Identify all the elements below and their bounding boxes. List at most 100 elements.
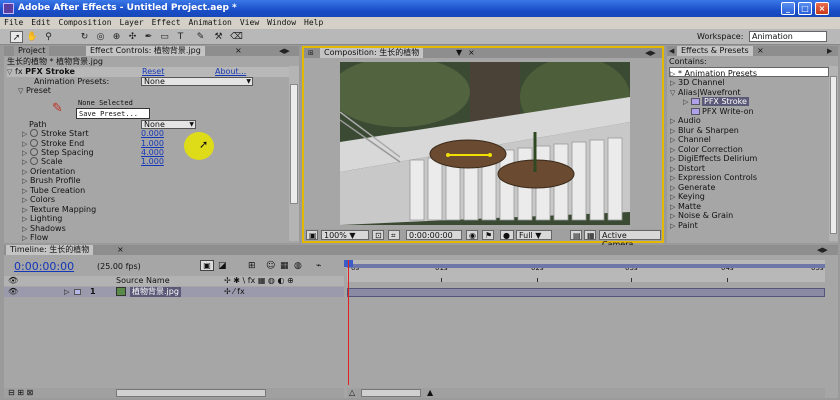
pan-behind-tool-icon[interactable]: ✣ [126, 31, 139, 43]
orbit-camera-tool-icon[interactable]: ◎ [94, 31, 107, 43]
reset-link[interactable]: Reset [142, 67, 164, 77]
ep-item[interactable]: ▷ Paint [670, 221, 698, 231]
show-snapshot-icon[interactable]: ⚑ [482, 230, 494, 240]
safe-zones-icon[interactable]: ⊡ [372, 230, 384, 240]
panel-arrow-icon[interactable]: ◀▶ [817, 245, 828, 255]
timeline-zoom-slider[interactable] [361, 389, 421, 397]
minimize-button[interactable]: _ [781, 2, 795, 15]
comp-flowchart-icon[interactable]: ⊞ [248, 261, 256, 271]
menu-view[interactable]: View [236, 17, 263, 29]
save-preset-button[interactable]: Save Preset... [76, 108, 150, 119]
close-tab-icon[interactable]: × [757, 46, 764, 56]
menu-help[interactable]: Help [300, 17, 327, 29]
scrollbar-thumb[interactable] [290, 84, 298, 204]
ep-item[interactable]: ▷ Noise & Grain [670, 211, 733, 221]
draft-3d-icon[interactable]: ◪ [218, 261, 227, 271]
close-window-button[interactable]: × [815, 2, 829, 15]
panel-arrow-icon[interactable]: ◀ [669, 46, 674, 56]
comp-dropdown-icon[interactable]: ▼ [456, 48, 462, 58]
composition-viewer[interactable] [340, 62, 630, 225]
menu-animation[interactable]: Animation [185, 17, 236, 29]
graph-editor-icon[interactable]: ⌁ [316, 261, 321, 271]
layer-switches-toggle-icon[interactable]: ⊟ ⊞ ⊠ [8, 388, 33, 398]
horizontal-type-tool-icon[interactable]: T [174, 31, 187, 43]
stroke-start-value[interactable]: 0.000 [141, 129, 164, 139]
work-area-bar[interactable] [347, 264, 825, 268]
panel-arrow-icon[interactable]: ◀▶ [279, 46, 290, 56]
brush-tool-icon[interactable]: ✎ [194, 31, 207, 43]
zoom-dropdown[interactable]: 100% ▼ [321, 230, 369, 240]
fast-previews-icon[interactable]: ▤ [570, 230, 582, 240]
layer-duration-bar[interactable] [347, 288, 825, 297]
source-name-header[interactable]: Source Name [116, 276, 170, 286]
resolution-dropdown[interactable]: Full ▼ [516, 230, 552, 240]
ep-item[interactable]: ▷ Channel [670, 135, 711, 145]
selection-tool-icon[interactable]: ➚ [10, 31, 23, 43]
timeline-timecode[interactable]: 0:00:00:00 [14, 260, 74, 273]
zoom-tool-icon[interactable]: ⚲ [42, 31, 55, 43]
eraser-tool-icon[interactable]: ⌫ [230, 31, 243, 43]
ep-item-selected[interactable]: ▷ PFX Stroke [683, 97, 749, 107]
menu-composition[interactable]: Composition [55, 17, 116, 29]
transparency-grid-icon[interactable]: ▦ [584, 230, 596, 240]
comp-menu-icon[interactable]: ⊞ [308, 48, 314, 58]
mask-tool-icon[interactable]: ▭ [158, 31, 171, 43]
panel-arrow-icon[interactable]: ◀▶ [645, 48, 656, 58]
expanded-triangle-icon[interactable]: ▽ [18, 86, 26, 96]
layer-switches-icon[interactable]: ✢ ⁄ fx [224, 287, 245, 297]
stopwatch-icon[interactable] [30, 148, 38, 156]
zoom-out-icon[interactable]: △ [349, 388, 355, 398]
collapsed-triangle-icon[interactable]: ▷ [22, 157, 30, 167]
menu-layer[interactable]: Layer [116, 17, 148, 29]
comp-toggle-icon[interactable]: ▣ [306, 230, 318, 240]
preset-none-selected[interactable]: None Selected [76, 98, 150, 108]
comp-timecode[interactable]: 0:00:00:00 [406, 230, 462, 240]
layer-name[interactable]: 植物背景.jpg [130, 287, 181, 297]
layer-hscrollbar[interactable] [116, 389, 266, 397]
color-channels-icon[interactable]: ● [500, 230, 514, 240]
motion-blur-icon[interactable]: ◍ [294, 261, 302, 271]
menu-effect[interactable]: Effect [148, 17, 185, 29]
track-xy-camera-icon[interactable]: ⊕ [110, 31, 123, 43]
animation-presets-dropdown[interactable]: None ▼ [141, 77, 253, 86]
ep-item[interactable]: ▷ 3D Channel [670, 78, 725, 88]
ep-item[interactable]: ▷ Keying [670, 192, 705, 202]
group-brush-profile[interactable]: ▷ Brush Profile [22, 176, 81, 186]
region-of-interest-icon[interactable]: ⌗ [388, 230, 400, 240]
group-flow[interactable]: ▷ Flow [22, 233, 48, 243]
tab-project[interactable]: Project [14, 46, 50, 56]
fx-icon[interactable]: fx [15, 67, 23, 76]
ep-item[interactable]: ▷ Expression Controls [670, 173, 757, 183]
live-update-icon[interactable]: ▣ [200, 260, 214, 271]
menu-file[interactable]: File [0, 17, 27, 29]
tab-timeline[interactable]: Timeline: 生长的植物 [6, 245, 94, 255]
stopwatch-icon[interactable] [30, 157, 38, 165]
group-colors[interactable]: ▷ Colors [22, 195, 55, 205]
close-tab-icon[interactable]: × [468, 48, 475, 58]
table-row[interactable]: 👁 ▷ 1 植物背景.jpg ✢ ⁄ fx [4, 287, 344, 297]
tab-composition[interactable]: Composition: 生长的植物 [320, 48, 424, 58]
close-tab-icon[interactable]: × [117, 245, 124, 255]
tab-effects-presets[interactable]: Effects & Presets [677, 46, 753, 56]
scrollbar-thumb[interactable] [830, 76, 837, 234]
camera-dropdown[interactable]: Active Camera [599, 230, 661, 249]
effects-presets-scrollbar[interactable] [829, 66, 838, 241]
collapsed-triangle-icon[interactable]: ▷ [64, 287, 69, 297]
stopwatch-icon[interactable] [30, 129, 38, 137]
group-lighting[interactable]: ▷ Lighting [22, 214, 62, 224]
path-dropdown[interactable]: None ▼ [141, 120, 196, 129]
expanded-triangle-icon[interactable]: ▽ [7, 67, 15, 77]
collapsed-triangle-icon[interactable]: ▷ [22, 129, 30, 139]
menu-window[interactable]: Window [263, 17, 300, 29]
shy-layers-icon[interactable]: ☺ [266, 261, 275, 271]
zoom-in-icon[interactable]: ▲ [427, 388, 433, 398]
clone-stamp-tool-icon[interactable]: ⚒ [212, 31, 225, 43]
ep-item[interactable]: ▷ Audio [670, 116, 701, 126]
layer-visibility-icon[interactable]: 👁 [8, 287, 18, 297]
maximize-button[interactable]: □ [798, 2, 812, 15]
frame-blending-icon[interactable]: ▦ [280, 261, 289, 271]
snapshot-icon[interactable]: ◉ [466, 230, 478, 240]
panel-arrow-icon[interactable]: ▶ [827, 46, 832, 56]
stopwatch-icon[interactable] [30, 139, 38, 147]
workspace-dropdown[interactable]: Animation [749, 31, 827, 42]
